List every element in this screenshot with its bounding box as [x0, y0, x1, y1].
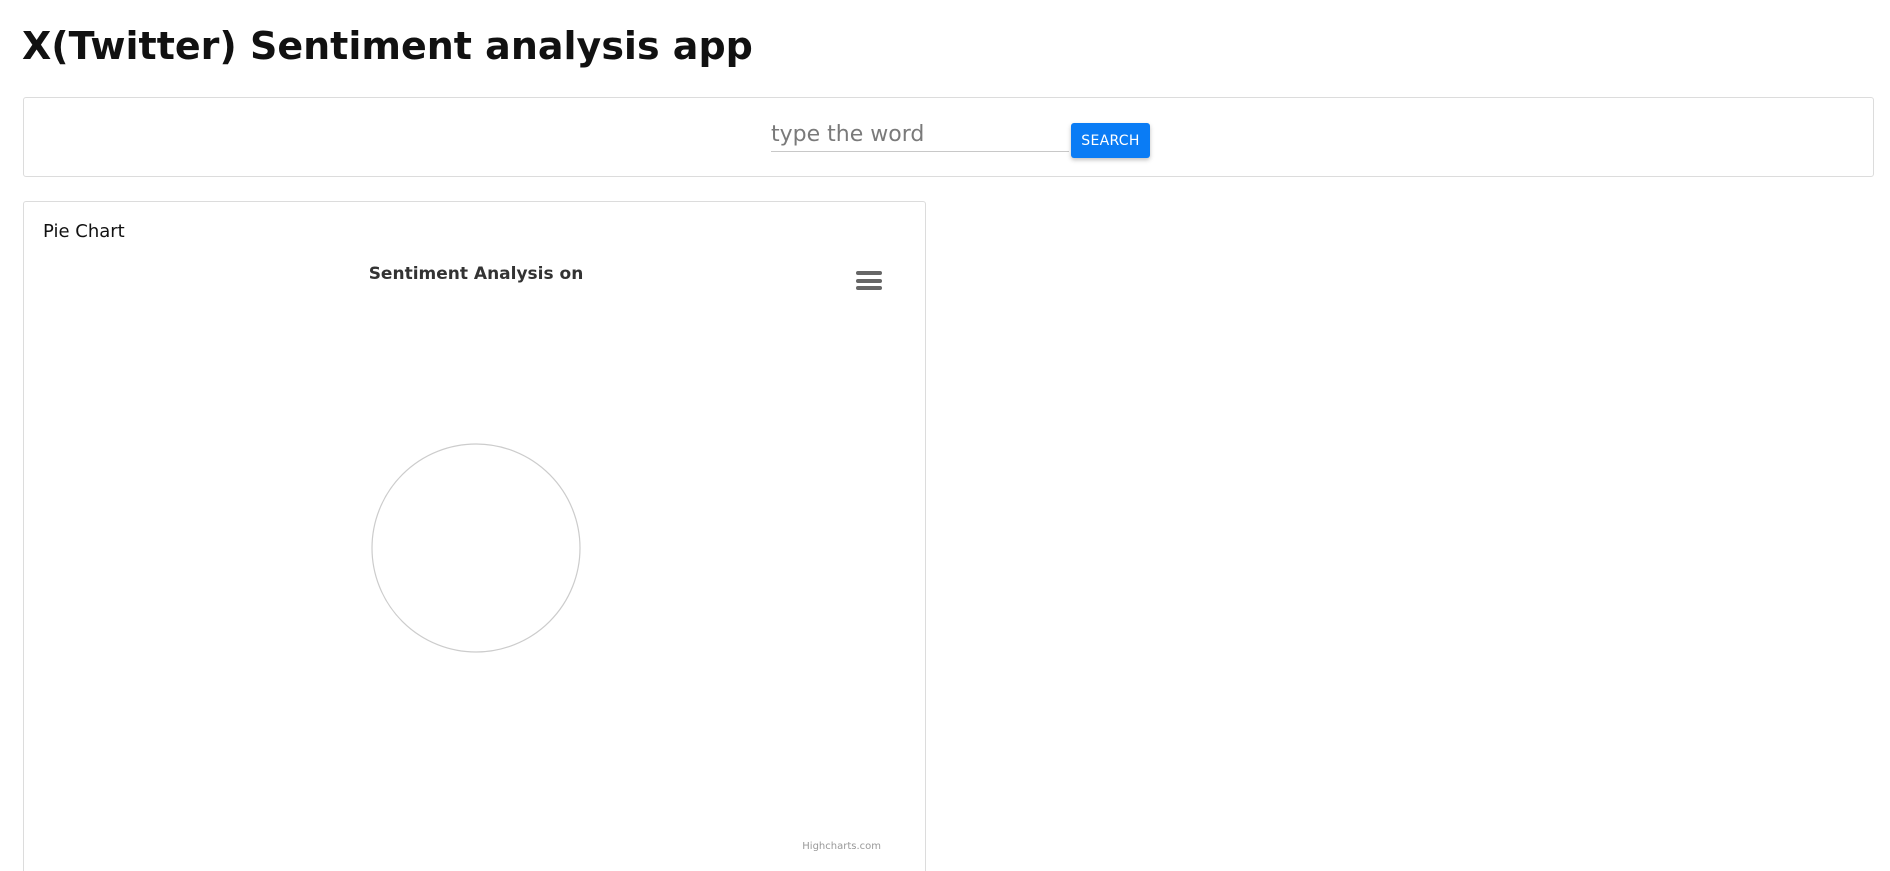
empty-pie-outline: [371, 443, 581, 653]
pie-chart-card: Pie Chart Sentiment Analysis on Highchar…: [23, 201, 926, 871]
chart-container: Sentiment Analysis on Highcharts.com: [41, 254, 911, 871]
hamburger-menu-icon[interactable]: [856, 271, 884, 295]
page-title: X(Twitter) Sentiment analysis app: [22, 24, 753, 68]
pie-chart-svg: [371, 443, 581, 653]
chart-credits-link[interactable]: Highcharts.com: [802, 841, 881, 852]
card-title: Pie Chart: [43, 221, 125, 242]
search-input[interactable]: [771, 118, 1069, 152]
search-button[interactable]: SEARCH: [1071, 123, 1150, 158]
page: X(Twitter) Sentiment analysis app SEARCH…: [0, 0, 1890, 871]
chart-title: Sentiment Analysis on: [368, 264, 584, 284]
search-card: SEARCH: [23, 97, 1874, 177]
